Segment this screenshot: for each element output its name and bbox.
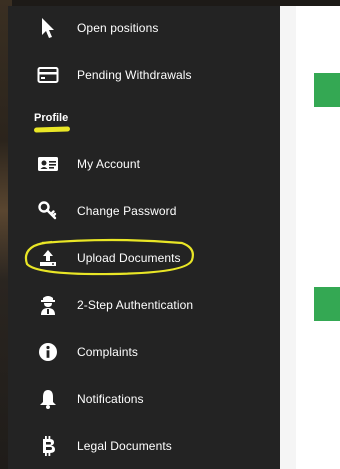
sidebar-item-label: 2-Step Authentication	[77, 298, 194, 312]
sidebar-item-notifications[interactable]: Notifications	[8, 379, 280, 419]
sidebar-item-legal-documents[interactable]: Legal Documents	[8, 426, 280, 466]
user-secret-icon	[36, 293, 60, 317]
sidebar-item-label: Legal Documents	[77, 439, 172, 453]
sidebar-item-label: Complaints	[77, 345, 139, 359]
card-icon	[36, 63, 60, 87]
sidebar-item-label: Pending Withdrawals	[77, 68, 192, 82]
bell-icon	[36, 387, 60, 411]
green-button-top[interactable]	[314, 73, 340, 107]
bitcoin-icon	[36, 434, 60, 458]
key-icon	[36, 199, 60, 223]
sidebar-item-label: My Account	[77, 157, 141, 171]
sidebar-item-upload-documents[interactable]: Upload Documents	[8, 238, 280, 278]
sidebar-item-open-positions[interactable]: Open positions	[8, 8, 280, 48]
sidebar-item-label: Change Password	[77, 204, 177, 218]
green-button-bottom[interactable]	[314, 287, 340, 321]
section-title-profile: Profile	[34, 112, 69, 124]
sidebar-item-label: Notifications	[77, 392, 144, 406]
info-icon	[36, 340, 60, 364]
sidebar-item-my-account[interactable]: My Account	[8, 144, 280, 184]
sidebar-item-label: Upload Documents	[77, 251, 181, 265]
upload-icon	[36, 246, 60, 270]
sidebar-item-change-password[interactable]: Change Password	[8, 191, 280, 231]
sidebar-item-2-step-authentication[interactable]: 2-Step Authentication	[8, 285, 280, 325]
cursor-icon	[36, 16, 60, 40]
sidebar-item-complaints[interactable]: Complaints	[8, 332, 280, 372]
sidebar-item-label: Open positions	[77, 21, 159, 35]
sidebar-item-pending-withdrawals[interactable]: Pending Withdrawals	[8, 55, 280, 95]
id-card-icon	[36, 152, 60, 176]
